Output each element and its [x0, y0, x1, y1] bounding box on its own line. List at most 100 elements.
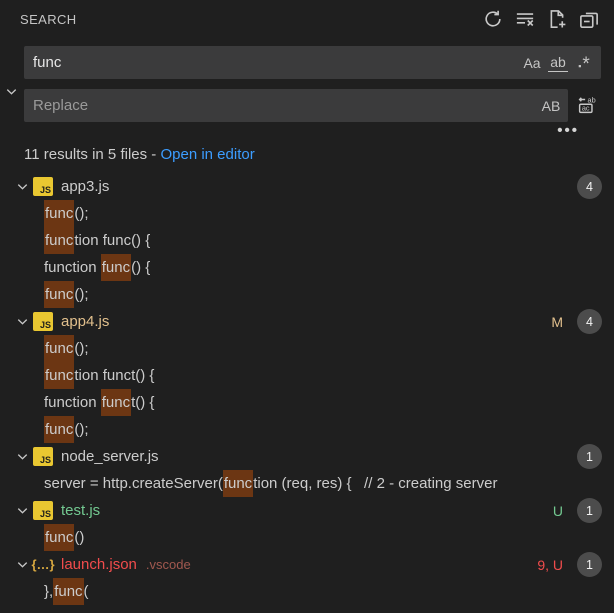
open-in-editor-link[interactable]: Open in editor — [160, 146, 254, 163]
match-count-badge: 1 — [577, 552, 602, 577]
plain-text: server = http.createServer( — [44, 475, 223, 492]
replace-row: AB abac — [24, 89, 601, 122]
plain-text: (); — [74, 205, 88, 222]
match-text: func(); — [44, 335, 89, 362]
search-match-line[interactable]: function func() { — [0, 227, 614, 254]
match-text: function func() { — [44, 227, 150, 254]
regex-dot: ▪ — [578, 61, 581, 71]
git-status-label: U — [553, 503, 563, 519]
plain-text: tion (req, res) { // 2 - creating server — [253, 475, 497, 492]
plain-text: () { — [131, 259, 150, 276]
toggle-search-details-button[interactable]: ••• — [557, 122, 579, 140]
match-highlight: func — [44, 335, 74, 362]
match-text: func() — [44, 524, 84, 551]
js-file-icon: JS — [33, 501, 53, 520]
js-file-icon: JS — [33, 312, 53, 331]
match-text: func(); — [44, 416, 89, 443]
replace-all-icon: abac — [577, 94, 598, 118]
match-highlight: func — [44, 200, 74, 227]
js-file-icon: JS — [33, 177, 53, 196]
search-match-line[interactable]: },func( — [0, 578, 614, 605]
replace-all-button[interactable]: abac — [573, 92, 601, 120]
preserve-case-toggle[interactable]: AB — [538, 93, 564, 119]
file-row[interactable]: JSapp4.jsM4 — [0, 308, 614, 335]
toggle-replace-button[interactable] — [1, 80, 21, 106]
match-highlight: func — [44, 416, 74, 443]
panel-header: SEARCH — [0, 0, 614, 38]
search-match-line[interactable]: func(); — [0, 281, 614, 308]
collapse-all-icon — [579, 9, 599, 29]
match-count-badge: 4 — [577, 174, 602, 199]
match-text: server = http.createServer(function (req… — [44, 470, 497, 497]
plain-text: t() { — [131, 394, 154, 411]
match-text: func(); — [44, 200, 89, 227]
clear-search-results-icon — [515, 9, 535, 29]
search-match-line[interactable]: function func() { — [0, 254, 614, 281]
file-row[interactable]: JS test.js U1 — [0, 497, 614, 524]
whole-word-label: ab — [548, 54, 568, 72]
collapse-all-button[interactable] — [576, 6, 602, 32]
git-status-label: M — [551, 314, 563, 330]
match-case-toggle[interactable]: Aa — [519, 50, 545, 76]
chevron-down-icon[interactable] — [11, 308, 33, 335]
chevron-down-icon[interactable] — [11, 443, 33, 470]
search-match-line[interactable]: function funct() { — [0, 389, 614, 416]
chevron-down-icon[interactable] — [11, 551, 33, 578]
regex-toggle[interactable]: ▪* — [571, 50, 597, 76]
regex-asterisk: * — [582, 54, 589, 76]
replace-input[interactable] — [24, 89, 538, 122]
match-highlight: func — [53, 578, 83, 605]
json-file-icon: {…} — [33, 555, 53, 574]
file-row[interactable]: {…}launch.json.vscode9, U1 — [0, 551, 614, 578]
plain-text: (); — [74, 286, 88, 303]
plain-text: }, — [44, 583, 53, 600]
search-match-line[interactable]: server = http.createServer(function (req… — [0, 470, 614, 497]
match-highlight: func — [223, 470, 253, 497]
search-input[interactable] — [24, 46, 519, 79]
match-text: function func() { — [44, 254, 150, 281]
search-match-line[interactable]: func() — [0, 524, 614, 551]
results-summary: 11 results in 5 files — [24, 146, 147, 163]
results-separator: - — [147, 146, 160, 163]
plain-text: () — [74, 529, 84, 546]
open-new-search-editor-icon — [547, 9, 567, 29]
search-match-line[interactable]: func(); — [0, 335, 614, 362]
plain-text: tion funct() { — [74, 367, 154, 384]
match-count-badge: 4 — [577, 309, 602, 334]
chevron-down-icon[interactable] — [11, 497, 33, 524]
file-row[interactable]: JS node_server.js 1 — [0, 443, 614, 470]
file-name-label: node_server.js — [61, 448, 159, 465]
match-count-badge: 1 — [577, 444, 602, 469]
search-match-line[interactable]: func(); — [0, 416, 614, 443]
match-text: function funct() { — [44, 362, 154, 389]
results-message: 11 results in 5 files - Open in editor — [0, 140, 614, 173]
match-count-badge: 1 — [577, 498, 602, 523]
header-actions — [480, 6, 602, 32]
file-name-label: app3.js — [61, 178, 109, 195]
open-new-search-editor-button[interactable] — [544, 6, 570, 32]
file-row[interactable]: JS app3.js 4 — [0, 173, 614, 200]
search-results-tree: JSapp3.js4func();function func() {functi… — [0, 173, 614, 605]
file-name-label: test.js — [61, 502, 100, 519]
search-inputbox: Aa ab ▪* — [24, 46, 601, 79]
clear-search-results-button[interactable] — [512, 6, 538, 32]
search-match-line[interactable]: function funct() { — [0, 362, 614, 389]
match-highlight: func — [44, 524, 74, 551]
whole-word-toggle[interactable]: ab — [545, 50, 571, 76]
match-highlight: func — [44, 281, 74, 308]
match-highlight: func — [44, 362, 74, 389]
chevron-down-icon[interactable] — [11, 173, 33, 200]
plain-text: function — [44, 259, 101, 276]
panel-title: SEARCH — [20, 12, 77, 27]
file-name-label: launch.json — [61, 556, 137, 573]
search-controls: Aa ab ▪* AB abac ••• — [0, 46, 614, 140]
match-text: },func( — [44, 578, 89, 605]
plain-text: (); — [74, 421, 88, 438]
match-highlight: func — [101, 254, 131, 281]
search-match-line[interactable]: func(); — [0, 200, 614, 227]
refresh-button[interactable] — [480, 6, 506, 32]
match-highlight: func — [101, 389, 131, 416]
js-file-icon: JS — [33, 447, 53, 466]
plain-text: tion func() { — [74, 232, 150, 249]
match-highlight: func — [44, 227, 74, 254]
